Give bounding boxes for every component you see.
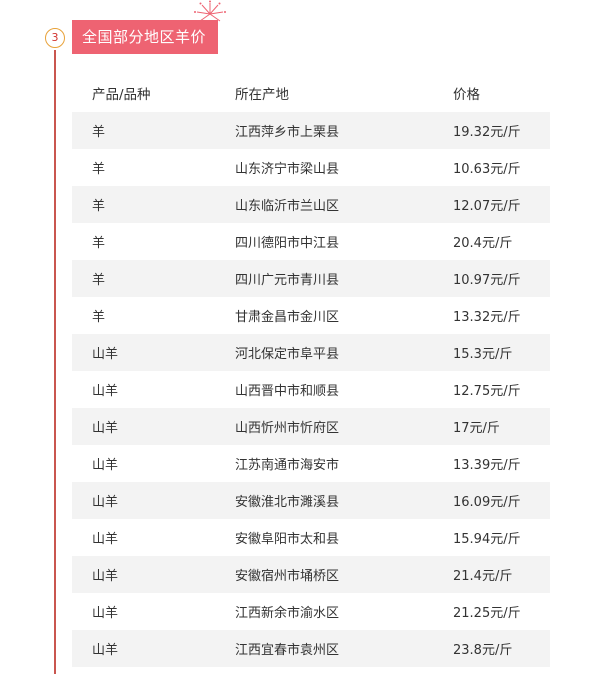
cell-price: 12.07元/斤 bbox=[453, 199, 521, 214]
table-row: 羊 山东济宁市梁山县 10.63元/斤 bbox=[72, 149, 550, 186]
cell-origin: 江苏南通市海安市 bbox=[235, 458, 340, 473]
timeline-line bbox=[54, 50, 56, 674]
cell-origin: 四川广元市青川县 bbox=[235, 273, 340, 288]
cell-origin: 河北保定市阜平县 bbox=[235, 347, 340, 362]
cell-product: 山羊 bbox=[92, 606, 119, 621]
header-product: 产品/品种 bbox=[92, 87, 151, 103]
cell-price: 23.8元/斤 bbox=[453, 643, 513, 658]
cell-product: 山羊 bbox=[92, 495, 119, 510]
cell-price: 15.3元/斤 bbox=[453, 347, 513, 362]
table-row: 山羊 安徽宿州市埇桥区 21.4元/斤 bbox=[72, 556, 550, 593]
cell-price: 10.97元/斤 bbox=[453, 273, 521, 288]
cell-origin: 江西萍乡市上栗县 bbox=[235, 125, 340, 140]
table-row: 山羊 山西忻州市忻府区 17元/斤 bbox=[72, 408, 550, 445]
price-article-section: 3 全国部分地区羊价 产品/品种 所在产地 价格 羊 江西萍乡市上栗县 19.32元… bbox=[0, 0, 599, 674]
cell-origin: 安徽淮北市濉溪县 bbox=[235, 495, 340, 510]
cell-product: 羊 bbox=[92, 273, 106, 288]
cell-product: 山羊 bbox=[92, 347, 119, 362]
cell-product: 山羊 bbox=[92, 532, 119, 547]
cell-origin: 山东临沂市兰山区 bbox=[235, 199, 340, 214]
step-number-badge: 3 bbox=[45, 28, 65, 48]
table-row: 山羊 江苏南通市海安市 13.39元/斤 bbox=[72, 445, 550, 482]
cell-price: 10.63元/斤 bbox=[453, 162, 521, 177]
cell-origin: 山西晋中市和顺县 bbox=[235, 384, 340, 399]
table-row: 山羊 河北保定市阜平县 15.3元/斤 bbox=[72, 334, 550, 371]
cell-price: 13.32元/斤 bbox=[453, 310, 521, 325]
header-price: 价格 bbox=[453, 87, 480, 103]
cell-product: 羊 bbox=[92, 310, 106, 325]
cell-product: 山羊 bbox=[92, 643, 119, 658]
table-row: 山羊 江西新余市渝水区 21.25元/斤 bbox=[72, 593, 550, 630]
cell-price: 20.4元/斤 bbox=[453, 236, 513, 251]
table-row: 羊 山东临沂市兰山区 12.07元/斤 bbox=[72, 186, 550, 223]
cell-origin: 江西新余市渝水区 bbox=[235, 606, 340, 621]
cell-product: 山羊 bbox=[92, 421, 119, 436]
table-row: 山羊 山西晋中市和顺县 12.75元/斤 bbox=[72, 371, 550, 408]
cell-product: 山羊 bbox=[92, 569, 119, 584]
cell-price: 17元/斤 bbox=[453, 421, 500, 436]
cell-origin: 山东济宁市梁山县 bbox=[235, 162, 340, 177]
table-row: 羊 四川广元市青川县 10.97元/斤 bbox=[72, 260, 550, 297]
table-row: 羊 四川德阳市中江县 20.4元/斤 bbox=[72, 223, 550, 260]
header-origin: 所在产地 bbox=[235, 87, 289, 103]
cell-price: 19.32元/斤 bbox=[453, 125, 521, 140]
price-table: 产品/品种 所在产地 价格 羊江西萍乡市上栗县 19.32元/斤羊山东济宁市梁山县… bbox=[72, 74, 550, 667]
cell-origin: 四川德阳市中江县 bbox=[235, 236, 340, 251]
cell-product: 羊 bbox=[92, 199, 106, 214]
cell-price: 21.25元/斤 bbox=[453, 606, 521, 621]
cell-product: 羊 bbox=[92, 125, 106, 140]
table-header-row: 产品/品种 所在产地 价格 bbox=[72, 74, 550, 112]
cell-product: 山羊 bbox=[92, 384, 119, 399]
table-row: 羊 江西萍乡市上栗县 19.32元/斤 bbox=[72, 112, 550, 149]
cell-price: 15.94元/斤 bbox=[453, 532, 521, 547]
cell-product: 羊 bbox=[92, 162, 106, 177]
cell-product: 羊 bbox=[92, 236, 106, 251]
cell-price: 13.39元/斤 bbox=[453, 458, 521, 473]
cell-price: 21.4元/斤 bbox=[453, 569, 513, 584]
cell-price: 12.75元/斤 bbox=[453, 384, 521, 399]
table-row: 山羊 江西宜春市袁州区 23.8元/斤 bbox=[72, 630, 550, 667]
cell-origin: 江西宜春市袁州区 bbox=[235, 643, 340, 658]
table-row: 羊 甘肃金昌市金川区 13.32元/斤 bbox=[72, 297, 550, 334]
table-row: 山羊 安徽阜阳市太和县 15.94元/斤 bbox=[72, 519, 550, 556]
cell-origin: 甘肃金昌市金川区 bbox=[235, 310, 340, 325]
cell-price: 16.09元/斤 bbox=[453, 495, 521, 510]
cell-origin: 安徽宿州市埇桥区 bbox=[235, 569, 340, 584]
cell-origin: 山西忻州市忻府区 bbox=[235, 421, 340, 436]
section-title: 全国部分地区羊价 bbox=[72, 20, 219, 54]
cell-product: 山羊 bbox=[92, 458, 119, 473]
cell-origin: 安徽阜阳市太和县 bbox=[235, 532, 340, 547]
table-row: 山羊 安徽淮北市濉溪县 16.09元/斤 bbox=[72, 482, 550, 519]
